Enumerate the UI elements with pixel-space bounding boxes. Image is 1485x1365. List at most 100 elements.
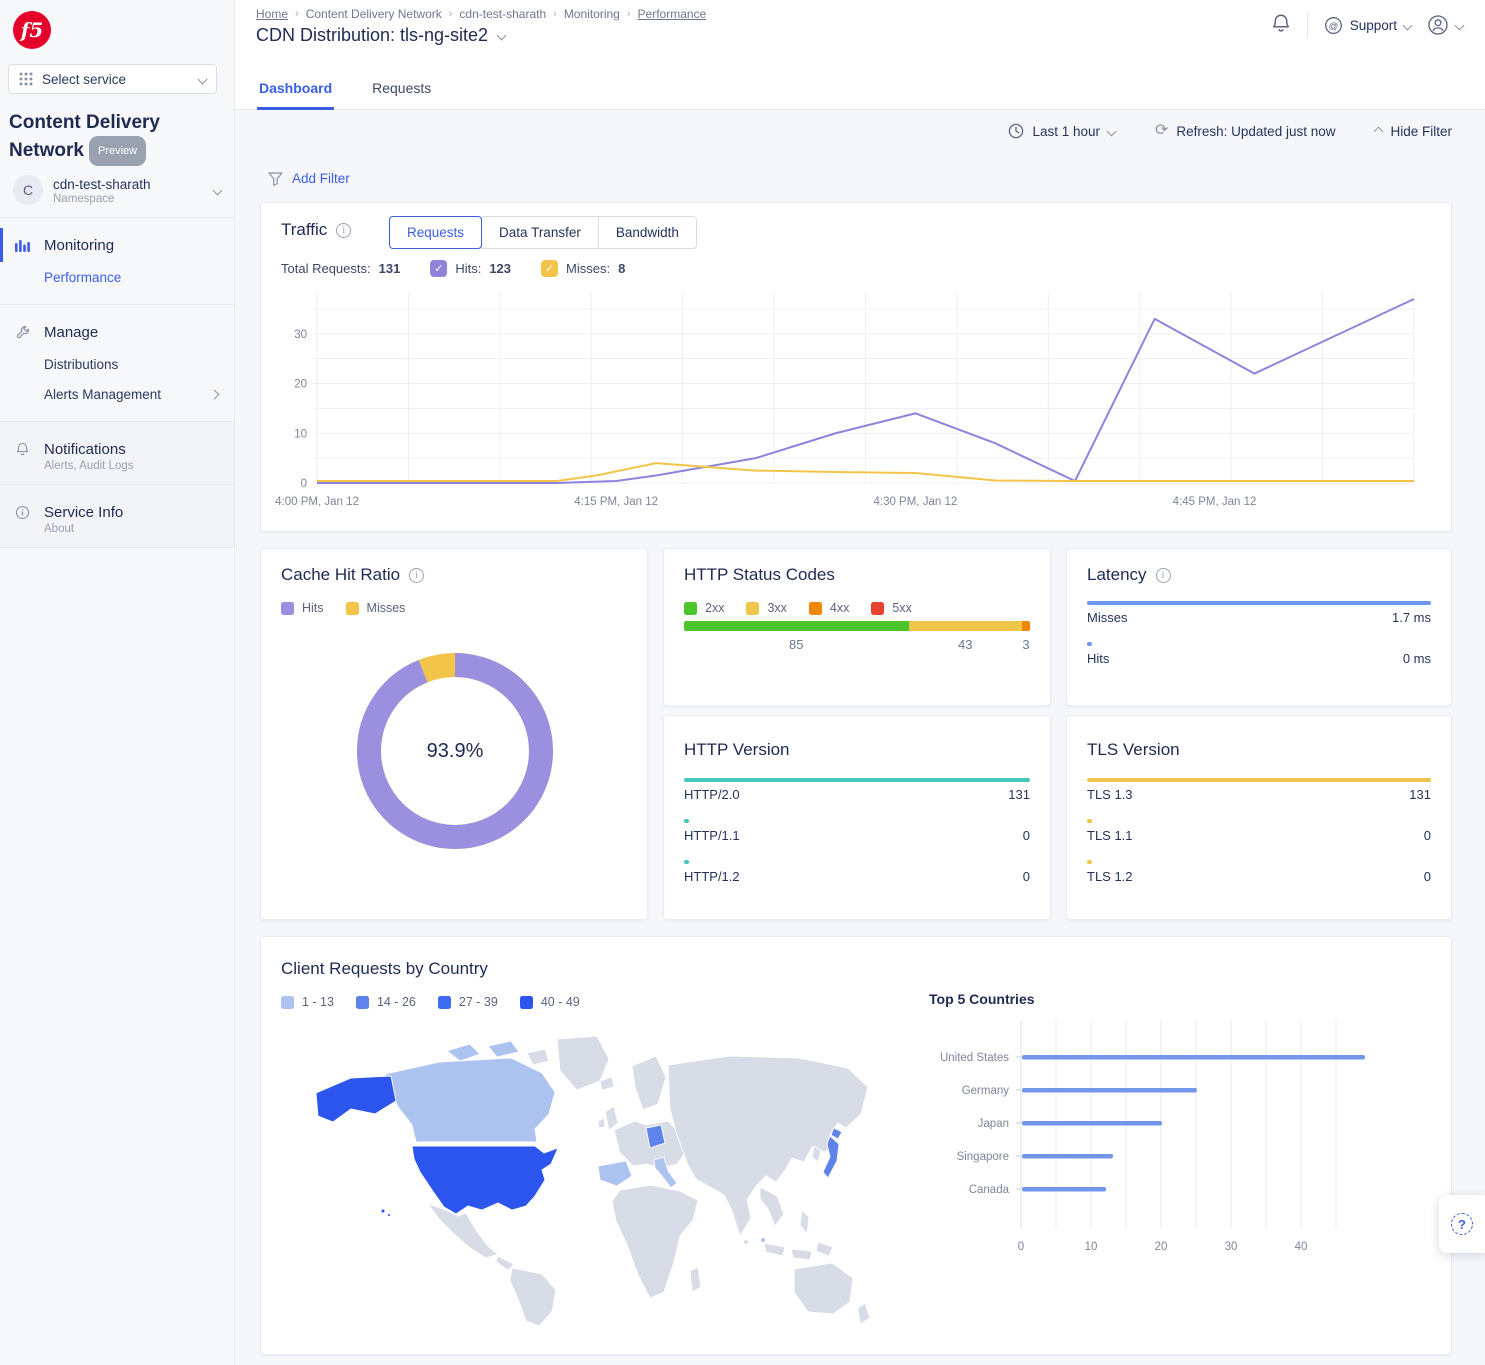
- metric-label: Hits: [1087, 651, 1109, 666]
- sidebar-item-manage[interactable]: Manage: [0, 315, 234, 349]
- sidebar-item-label: Service Info: [44, 504, 123, 521]
- sidebar-item-monitoring[interactable]: Monitoring: [0, 228, 234, 262]
- tls-version-title: TLS Version: [1087, 740, 1180, 760]
- country-canada: [385, 1058, 555, 1142]
- tab-dashboard[interactable]: Dashboard: [257, 71, 334, 110]
- traffic-line-chart[interactable]: 01020304:00 PM, Jan 124:15 PM, Jan 124:3…: [269, 286, 1445, 516]
- checkbox-checked-icon[interactable]: ✓: [541, 260, 558, 277]
- breadcrumb-separator: ›: [627, 8, 631, 20]
- svg-text:Singapore: Singapore: [957, 1151, 1009, 1163]
- f5-logo: f5: [13, 11, 51, 49]
- namespace-name: cdn-test-sharath: [53, 176, 151, 193]
- bucket-1-swatch: [281, 996, 294, 1009]
- chevron-down-icon[interactable]: [497, 31, 507, 41]
- svg-text:Germany: Germany: [962, 1085, 1010, 1097]
- grid-icon: [19, 72, 33, 86]
- traffic-panel: Traffic i Requests Data Transfer Bandwid…: [260, 202, 1452, 532]
- status-stacked-bar[interactable]: [684, 621, 1030, 631]
- namespace-selector[interactable]: C cdn-test-sharath Namespace: [0, 163, 234, 218]
- misses-swatch: [346, 602, 359, 615]
- breadcrumb-home[interactable]: Home: [256, 7, 288, 21]
- breadcrumb-cdn[interactable]: Content Delivery Network: [306, 7, 442, 21]
- add-filter-label: Add Filter: [292, 171, 350, 186]
- tab-requests[interactable]: Requests: [370, 71, 433, 110]
- metric-value: 0: [1424, 828, 1431, 843]
- support-menu[interactable]: @ Support: [1324, 16, 1411, 35]
- bell-icon: [14, 442, 31, 457]
- cache-donut-chart[interactable]: 93.9%: [349, 645, 561, 857]
- bucket-4-swatch: [520, 996, 533, 1009]
- metric-row: TLS 1.3131: [1087, 778, 1431, 802]
- region-central-america: [496, 1256, 514, 1270]
- user-avatar-icon: [1427, 14, 1449, 36]
- breadcrumb-namespace[interactable]: cdn-test-sharath: [459, 7, 546, 21]
- funnel-icon: [268, 172, 283, 186]
- chevron-down-icon: [1107, 126, 1117, 136]
- traffic-tab-data-transfer[interactable]: Data Transfer: [481, 216, 599, 249]
- misses-toggle[interactable]: ✓Misses:8: [541, 260, 625, 277]
- traffic-tab-bandwidth[interactable]: Bandwidth: [598, 216, 697, 249]
- sidebar: f5 Select service Content Delivery Netwo…: [0, 0, 235, 1365]
- status-values: 85433: [684, 637, 1030, 655]
- metric-row: Misses1.7 ms: [1087, 601, 1431, 625]
- breadcrumb-performance[interactable]: Performance: [638, 7, 707, 21]
- country-indonesia: [816, 1242, 833, 1256]
- info-icon[interactable]: i: [1156, 568, 1171, 583]
- metric-row: TLS 1.1 0: [1087, 819, 1431, 843]
- checkbox-checked-icon[interactable]: ✓: [430, 260, 447, 277]
- metric-value: 1.7 ms: [1392, 610, 1431, 625]
- metric-row: TLS 1.20: [1087, 860, 1431, 884]
- status-value: 43: [958, 637, 972, 652]
- info-icon[interactable]: i: [409, 568, 424, 583]
- page-tabs: Dashboard Requests: [257, 71, 433, 110]
- breadcrumb-separator: ›: [295, 8, 299, 20]
- top5-countries-title: Top 5 Countries: [929, 991, 1035, 1007]
- traffic-title: Traffic i: [281, 220, 351, 240]
- namespace-avatar: C: [13, 175, 43, 205]
- metric-label: TLS 1.1: [1087, 828, 1133, 843]
- 5xx-swatch: [871, 602, 884, 615]
- sidebar-item-label: Notifications: [44, 441, 126, 458]
- user-menu[interactable]: [1427, 14, 1463, 36]
- traffic-metric-tabs: Requests Data Transfer Bandwidth: [389, 216, 697, 249]
- sidebar-item-alerts-management[interactable]: Alerts Management: [0, 379, 234, 409]
- metric-value: 131: [1409, 787, 1431, 802]
- metric-row: Hits 0 ms: [1087, 642, 1431, 666]
- 2xx-swatch: [684, 602, 697, 615]
- metric-value: 0 ms: [1403, 651, 1431, 666]
- sidebar-item-performance[interactable]: Performance: [0, 262, 234, 292]
- time-range-dropdown[interactable]: Last 1 hour: [1008, 123, 1115, 139]
- region-africa: [612, 1185, 698, 1298]
- cache-title: Cache Hit Ratio i: [281, 565, 424, 585]
- sidebar-item-label: Monitoring: [44, 237, 114, 254]
- bucket-3-swatch: [438, 996, 451, 1009]
- time-range-label: Last 1 hour: [1032, 124, 1100, 139]
- help-button[interactable]: ?: [1439, 1195, 1485, 1253]
- namespace-label: Namespace: [53, 193, 151, 205]
- traffic-tab-requests[interactable]: Requests: [389, 216, 482, 249]
- breadcrumb-monitoring[interactable]: Monitoring: [564, 7, 620, 21]
- chevron-right-icon: [210, 389, 220, 399]
- add-filter-button[interactable]: Add Filter: [268, 171, 350, 186]
- hide-filter-button[interactable]: Hide Filter: [1375, 124, 1452, 139]
- country-arctic-island: [527, 1049, 549, 1065]
- select-service-dropdown[interactable]: Select service: [8, 64, 217, 94]
- hits-swatch: [281, 602, 294, 615]
- hits-toggle[interactable]: ✓Hits:123: [430, 260, 511, 277]
- sidebar-item-desc: About: [0, 523, 234, 535]
- http-version-title: HTTP Version: [684, 740, 790, 760]
- info-icon[interactable]: i: [336, 223, 351, 238]
- top5-countries-chart[interactable]: 010203040United StatesGermanyJapanSingap…: [901, 1009, 1391, 1267]
- country-australia: [794, 1263, 853, 1314]
- world-map[interactable]: [299, 1029, 879, 1329]
- chevron-down-icon: [1403, 20, 1413, 30]
- sidebar-item-distributions[interactable]: Distributions: [0, 349, 234, 379]
- preview-badge: Preview: [89, 136, 146, 166]
- page-header: Home › Content Delivery Network › cdn-te…: [235, 0, 1485, 110]
- sidebar-item-desc: Alerts, Audit Logs: [0, 460, 234, 472]
- status-value: 3: [1022, 637, 1029, 652]
- refresh-button[interactable]: ⟳ Refresh: Updated just now: [1155, 123, 1336, 139]
- metric-bar: [684, 860, 689, 864]
- notifications-bell-icon[interactable]: [1271, 13, 1291, 37]
- metric-bar: [1087, 778, 1431, 782]
